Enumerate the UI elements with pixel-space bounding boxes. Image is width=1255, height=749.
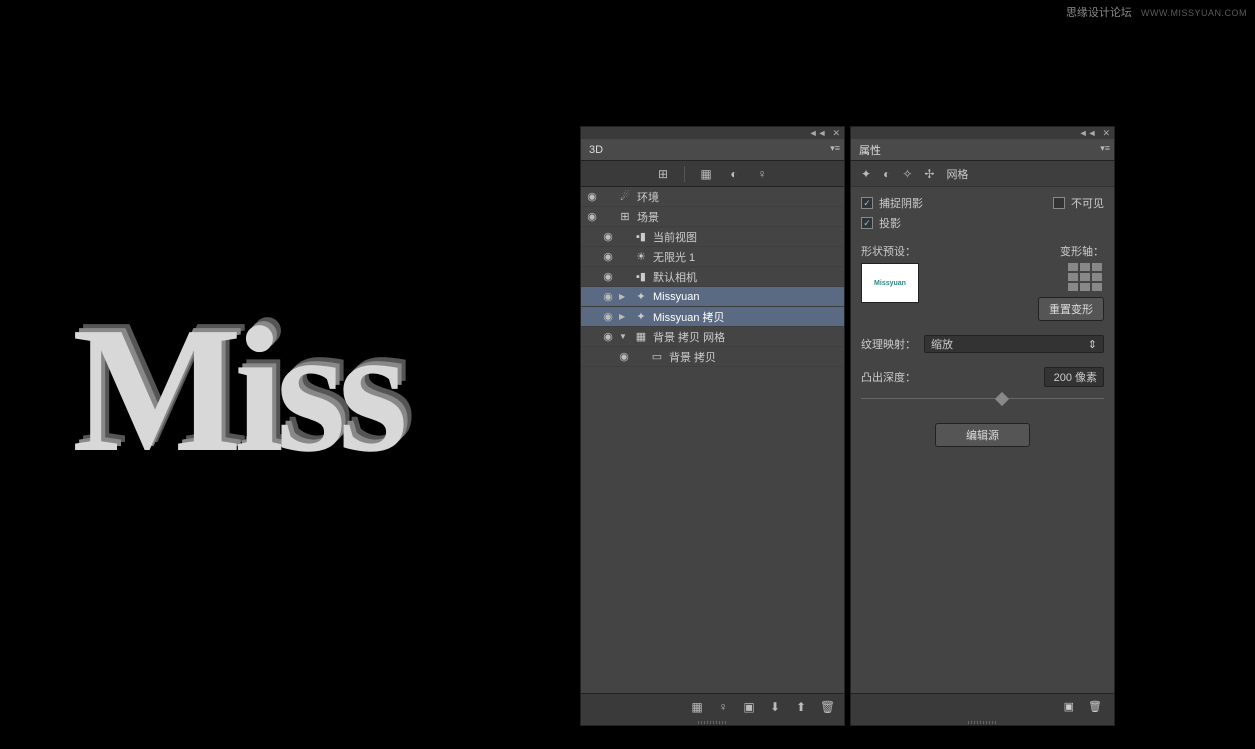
tree-row-infinite-light[interactable]: ◉ ☀ 无限光 1	[581, 247, 844, 267]
merge-icon[interactable]: ⬆	[794, 700, 808, 714]
capture-shadow-row: ✓ 捕捉阴影 ✓ 不可见	[861, 193, 1104, 213]
mesh-label: 网格	[946, 166, 968, 182]
visibility-icon[interactable]: ◉	[617, 350, 631, 363]
collapse-icon[interactable]: ◄◄	[1079, 128, 1097, 138]
cast-shadow-checkbox[interactable]: ✓	[861, 217, 873, 229]
props-icon-row: ✦ ◐ ✧ ✢ 网格	[851, 161, 1114, 187]
delete-icon[interactable]: 🗑	[820, 700, 834, 714]
tree-row-scene[interactable]: ◉ ⊞ 场景	[581, 207, 844, 227]
canvas-3d-text: Miss	[72, 300, 400, 480]
properties-body: ✦ ◐ ✧ ✢ 网格 ✓ 捕捉阴影 ✓ 不可见 ✓ 投影 形状预设： Missy…	[851, 161, 1114, 693]
shape-preset-label: 形状预设：	[861, 243, 978, 259]
scene-icon: ⊞	[617, 210, 633, 223]
visibility-icon[interactable]: ◉	[601, 330, 615, 343]
panel-3d-tab[interactable]: 3D ▾≡	[581, 139, 844, 161]
watermark-text: 思缘设计论坛	[1066, 7, 1132, 19]
cast-shadow-label: 投影	[879, 215, 901, 231]
texture-map-select[interactable]: 缩放 ⇕	[924, 335, 1104, 353]
edit-source-button[interactable]: 编辑源	[935, 423, 1030, 447]
trash-icon[interactable]: ▦	[690, 700, 704, 714]
filter-scene-icon[interactable]: ⊞	[656, 167, 670, 181]
tree-row-missyuan[interactable]: ◉ ▶ ✦ Missyuan	[581, 287, 844, 307]
filter-bar: ⊞ ▦ ◐ ♀	[581, 161, 844, 187]
grid-icon: ▦	[633, 330, 649, 343]
close-icon[interactable]: ✕	[1102, 128, 1110, 139]
filter-light-icon[interactable]: ♀	[755, 167, 769, 181]
visibility-icon[interactable]: ◉	[585, 190, 599, 203]
visibility-icon[interactable]: ◉	[601, 230, 615, 243]
visibility-icon[interactable]: ◉	[601, 310, 615, 323]
deform-axis-label: 变形轴：	[987, 243, 1104, 259]
mesh-icon: ✦	[633, 290, 649, 303]
extrude-depth-value[interactable]: 200 像素	[1044, 367, 1104, 387]
reset-deform-button[interactable]: 重置变形	[1038, 297, 1104, 321]
visibility-icon[interactable]: ◉	[601, 290, 615, 303]
expand-icon[interactable]: ▶	[619, 312, 629, 321]
panel-3d-topbar: ◄◄ ✕	[581, 127, 844, 139]
cast-shadow-row: ✓ 投影	[861, 213, 1104, 233]
collapse-icon[interactable]: ◄◄	[809, 128, 827, 138]
tree-row-current-view[interactable]: ◉ ▪▮ 当前视图	[581, 227, 844, 247]
mesh-mode-icon[interactable]: ✦	[861, 167, 871, 181]
invisible-label: 不可见	[1071, 195, 1104, 211]
panel-menu-icon[interactable]: ▾≡	[1100, 143, 1110, 154]
deform-axis-picker[interactable]	[1068, 263, 1104, 291]
tree-row-default-camera[interactable]: ◉ ▪▮ 默认相机	[581, 267, 844, 287]
delete-icon[interactable]: 🗑	[1088, 700, 1102, 713]
camera-icon: ▪▮	[633, 270, 649, 283]
tree-row-bg-copy[interactable]: ◉ ▭ 背景 拷贝	[581, 347, 844, 367]
resize-grip[interactable]	[581, 719, 844, 725]
visibility-icon[interactable]: ◉	[601, 270, 615, 283]
tree-row-environment[interactable]: ◉ ☄ 环境	[581, 187, 844, 207]
visibility-icon[interactable]: ◉	[601, 250, 615, 263]
deform-icon[interactable]: ◐	[883, 167, 890, 181]
panel-3d-tab-label: 3D	[589, 144, 603, 156]
collapse-icon[interactable]: ▼	[619, 332, 629, 341]
texture-map-label: 纹理映射：	[861, 336, 916, 352]
new-icon[interactable]: ⬇	[768, 700, 782, 714]
layer-icon: ▭	[649, 350, 665, 363]
filter-mesh-icon[interactable]: ▦	[699, 167, 713, 181]
light-add-icon[interactable]: ♀	[716, 700, 730, 714]
camera-icon: ▪▮	[633, 230, 649, 243]
watermark-url: WWW.MISSYUAN.COM	[1141, 8, 1247, 18]
panel-props-topbar: ◄◄ ✕	[851, 127, 1114, 139]
close-icon[interactable]: ✕	[832, 128, 840, 139]
panel-props-bottom: ▣ 🗑	[851, 693, 1114, 719]
panel-3d: ◄◄ ✕ 3D ▾≡ ⊞ ▦ ◐ ♀ ◉ ☄ 环境 ◉ ⊞ 场景 ◉ ▪▮ 当前…	[580, 126, 845, 726]
visibility-icon[interactable]: ◉	[585, 210, 599, 223]
mesh-icon: ✦	[633, 310, 649, 323]
expand-icon[interactable]: ▶	[619, 292, 629, 301]
resize-grip[interactable]	[851, 719, 1114, 725]
panel-3d-bottom: ▦ ♀ ▣ ⬇ ⬆ 🗑	[581, 693, 844, 719]
panel-menu-icon[interactable]: ▾≡	[830, 143, 840, 154]
scene-tree: ◉ ☄ 环境 ◉ ⊞ 场景 ◉ ▪▮ 当前视图 ◉ ☀ 无限光 1 ◉ ▪▮ 默…	[581, 187, 844, 693]
filter-material-icon[interactable]: ◐	[727, 167, 741, 181]
render-icon[interactable]: ▣	[1064, 700, 1074, 713]
shape-preset-thumbnail[interactable]: Missyuan	[861, 263, 919, 303]
panel-properties: ◄◄ ✕ 属性 ▾≡ ✦ ◐ ✧ ✢ 网格 ✓ 捕捉阴影 ✓ 不可见 ✓ 投影 …	[850, 126, 1115, 726]
panel-props-tab[interactable]: 属性 ▾≡	[851, 139, 1114, 161]
render-icon[interactable]: ▣	[742, 700, 756, 714]
capture-shadow-label: 捕捉阴影	[879, 195, 923, 211]
capture-shadow-checkbox[interactable]: ✓	[861, 197, 873, 209]
extrude-depth-label: 凸出深度：	[861, 369, 916, 385]
light-icon: ☀	[633, 250, 649, 263]
cap-icon[interactable]: ✧	[902, 167, 912, 181]
panel-props-tab-label: 属性	[859, 142, 881, 158]
coord-icon[interactable]: ✢	[924, 167, 934, 181]
extrude-depth-slider[interactable]	[861, 393, 1104, 405]
environment-icon: ☄	[617, 190, 633, 203]
tree-row-bg-copy-mesh[interactable]: ◉ ▼ ▦ 背景 拷贝 网格	[581, 327, 844, 347]
invisible-checkbox[interactable]: ✓	[1053, 197, 1065, 209]
dropdown-icon: ⇕	[1088, 338, 1097, 351]
tree-row-missyuan-copy[interactable]: ◉ ▶ ✦ Missyuan 拷贝	[581, 307, 844, 327]
